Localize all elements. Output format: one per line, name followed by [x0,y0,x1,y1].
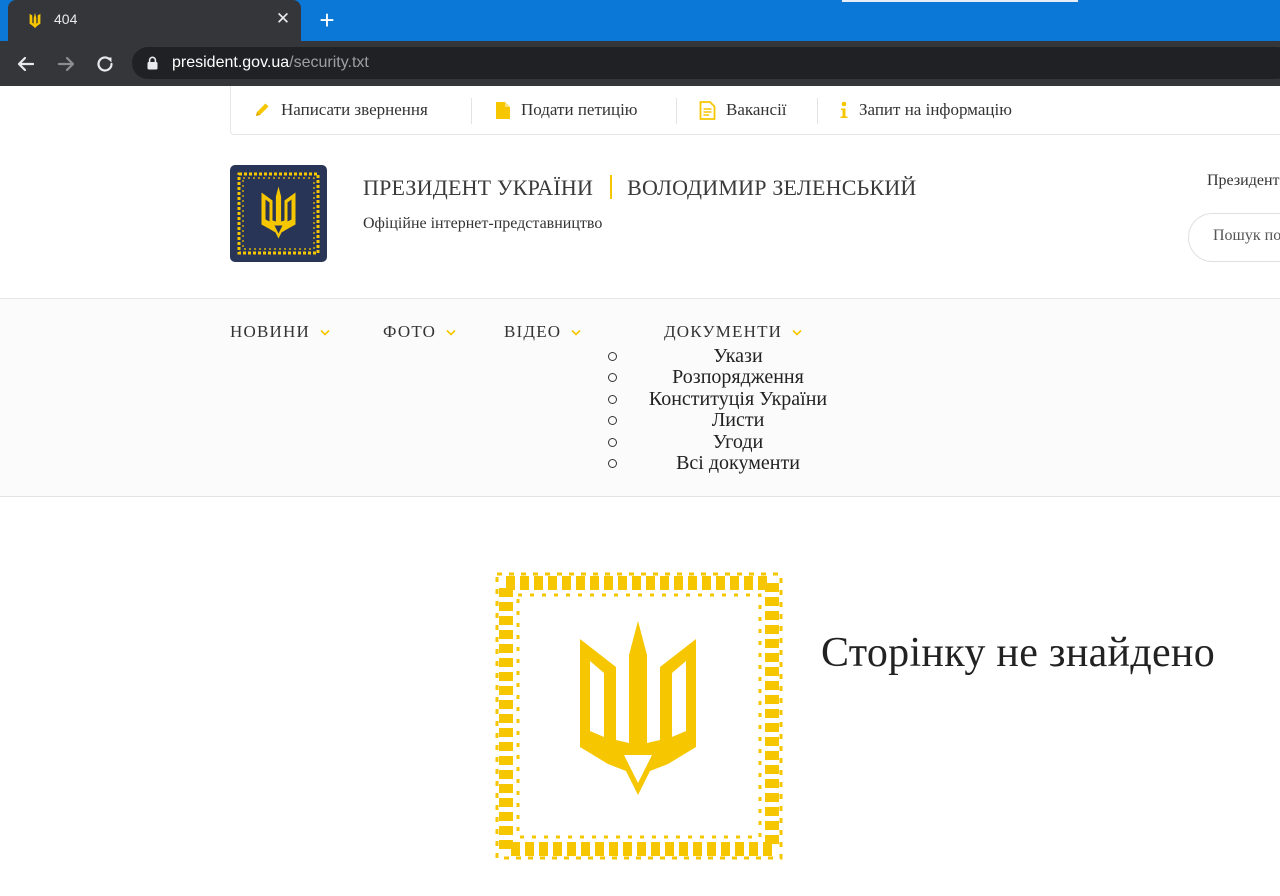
document-icon [496,101,510,119]
submenu-item[interactable]: Укази [608,346,868,367]
submenu-item[interactable]: Розпорядження [608,367,868,388]
documents-submenu: Укази Розпорядження Конституція України … [608,346,868,474]
browser-tab[interactable]: 404 ✕ [8,0,301,41]
bullet [608,437,617,447]
tab-close-icon[interactable]: ✕ [272,8,294,30]
tab-title: 404 [54,11,78,27]
search-input[interactable] [1213,227,1280,245]
divider [676,98,677,124]
bullet [608,394,617,404]
info-icon [840,101,848,118]
utility-bar: Написати звернення Подати петицію Ваканс… [230,86,1280,135]
submenu-item[interactable]: Конституція України [608,387,868,410]
util-item-label: Запит на інформацію [859,100,1012,119]
write-appeal-link[interactable]: Написати звернення [253,99,428,121]
submenu-item-label: Всі документи [676,451,800,474]
submenu-item-label: Угоди [712,430,764,453]
util-item-label: Вакансії [726,100,787,119]
nav-item-label: ДОКУМЕНТИ [664,322,783,341]
bullet [608,458,617,468]
util-item-label: Подати петицію [521,100,638,119]
submenu-item-label: Конституція України [648,387,828,410]
tabstrip-highlight [842,0,1078,2]
nav-news[interactable]: НОВИНИ [230,322,330,342]
chevron-down-icon [792,329,802,336]
url-text: president.gov.ua/security.txt [172,54,369,72]
submenu-item-label: Листи [711,409,765,432]
not-found-title: Сторінку не знайдено [821,630,1216,676]
nav-item-label: НОВИНИ [230,322,310,341]
browser-toolbar: president.gov.ua/security.txt [0,41,1280,86]
divider [471,98,472,124]
title-name: ВОЛОДИМИР ЗЕЛЕНСЬКИЙ [627,175,917,200]
url-path: /security.txt [289,54,369,71]
site-subtitle: Офіційне інтернет-представництво [363,215,603,232]
title-divider [610,175,613,199]
nav-item-label: ФОТО [383,322,437,341]
back-arrow-icon[interactable] [13,51,39,77]
bullet [608,373,617,383]
search-field[interactable] [1188,213,1280,262]
chevron-down-icon [320,329,330,336]
submenu-item-label: Розпорядження [672,366,804,389]
submit-petition-link[interactable]: Подати петицію [495,99,638,121]
nav-documents[interactable]: ДОКУМЕНТИ [664,322,802,342]
bullet [608,416,617,426]
forward-arrow-icon[interactable] [53,51,79,77]
submenu-item[interactable]: Всі документи [608,451,868,474]
site-logo[interactable] [230,165,327,262]
trident-icon [29,12,41,29]
president-link[interactable]: Президент [1207,172,1280,190]
address-bar[interactable]: president.gov.ua/security.txt [132,47,1280,79]
site-title[interactable]: ПРЕЗИДЕНТ УКРАЇНИ ВОЛОДИМИР ЗЕЛЕНСЬКИЙ [363,175,917,201]
util-item-label: Написати звернення [281,100,428,119]
list-document-icon [699,100,716,120]
coat-of-arms-icon [495,572,783,860]
info-request-link[interactable]: Запит на інформацію [839,99,1012,121]
page-content: Написати звернення Подати петицію Ваканс… [0,86,1280,896]
submenu-item[interactable]: Угоди [608,430,868,453]
chevron-down-icon [571,329,581,336]
nav-video[interactable]: ВІДЕО [504,322,581,342]
nav-photo[interactable]: ФОТО [383,322,456,342]
lock-icon [147,56,158,70]
divider [817,98,818,124]
pencil-icon [256,103,269,116]
chevron-down-icon [446,329,456,336]
url-domain: president.gov.ua [172,54,290,71]
vacancies-link[interactable]: Вакансії [699,99,787,121]
bullet [608,352,617,361]
title-president: ПРЕЗИДЕНТ УКРАЇНИ [363,175,594,200]
new-tab-button[interactable]: + [313,6,341,34]
coat-of-arms-icon [237,172,320,255]
submenu-item-label: Укази [713,345,763,367]
browser-tabstrip: 404 ✕ + [0,0,1280,41]
reload-icon[interactable] [92,51,118,77]
submenu-item[interactable]: Листи [608,410,868,431]
main-navigation: НОВИНИ ФОТО ВІДЕО ДОКУМЕНТИ Укази Розпор… [0,298,1280,497]
nav-item-label: ВІДЕО [504,322,562,341]
